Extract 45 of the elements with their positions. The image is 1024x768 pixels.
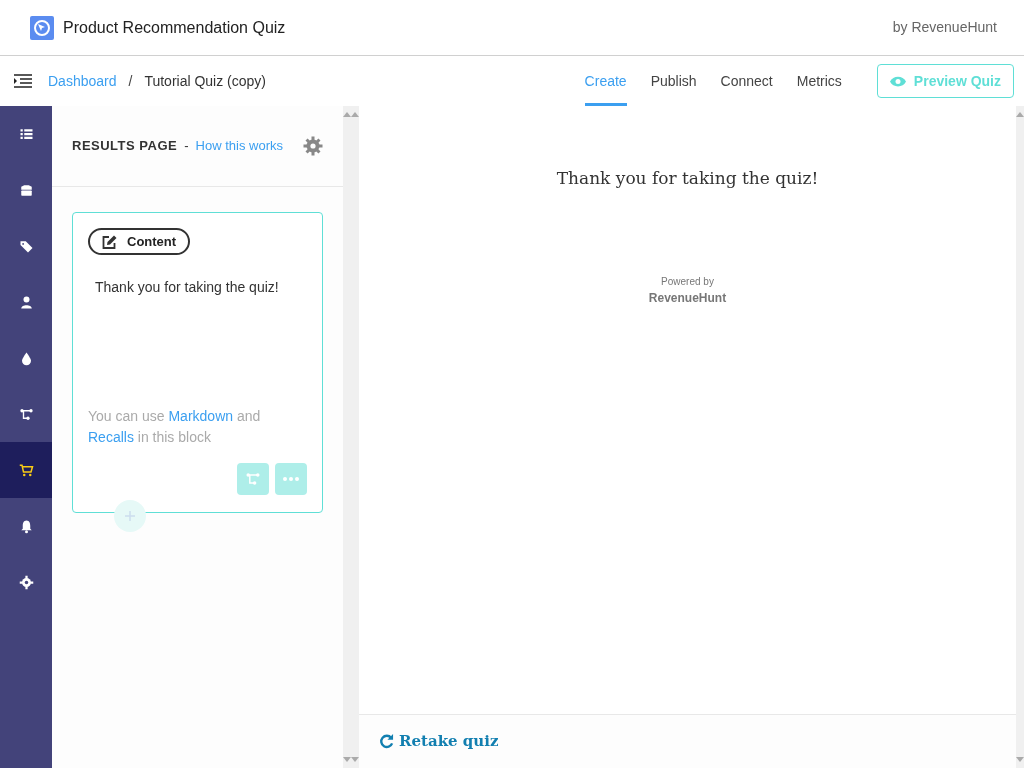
hint-link[interactable]: Markdown (168, 408, 234, 424)
tag-icon (18, 238, 34, 254)
menu-icon[interactable] (14, 74, 32, 88)
settings-icon[interactable] (303, 136, 323, 156)
content-block-card[interactable]: Content Thank you for taking the quiz! You can use Markdown and Recalls in this block (72, 212, 323, 513)
user-icon (18, 294, 34, 310)
panel-title: RESULTS PAGE (72, 137, 178, 156)
block-text: Thank you for taking the quiz! (95, 278, 280, 297)
plus-icon (125, 511, 135, 521)
hint-link[interactable]: Recalls (88, 429, 134, 445)
more-button[interactable] (275, 463, 307, 495)
nav-tab[interactable]: Metrics (796, 56, 842, 106)
cart-icon (18, 462, 34, 478)
nav-tab[interactable]: Connect (720, 56, 773, 106)
edit-icon (102, 234, 117, 249)
list-icon (18, 126, 34, 142)
scroll-down-icon[interactable] (1016, 757, 1024, 762)
content-badge: Content (88, 228, 191, 255)
more-icon (283, 477, 299, 481)
brand-name: RevenueHunt (648, 289, 727, 307)
breadcrumb-current: Tutorial Quiz (copy) (144, 71, 266, 91)
markdown-hint: You can use Markdown and Recalls in this block (88, 407, 262, 447)
flow-icon (18, 406, 34, 422)
refresh-icon (379, 734, 394, 749)
retake-quiz-button[interactable]: Retake quiz (379, 730, 499, 753)
preview-quiz-button[interactable]: Preview Quiz (876, 64, 1014, 98)
branch-button[interactable] (237, 463, 269, 495)
byline: by RevenueHunt (892, 18, 997, 37)
scrollbar[interactable] (351, 106, 359, 768)
scrollbar[interactable] (1016, 106, 1024, 768)
breadcrumb-separator: / (128, 71, 133, 91)
scrollbar[interactable] (343, 106, 351, 768)
nav-tab[interactable]: Publish (650, 56, 697, 106)
preview-message: Thank you for taking the quiz! (556, 167, 819, 190)
help-link[interactable]: How this works (195, 136, 283, 156)
add-block-button[interactable] (114, 500, 146, 532)
scroll-up-icon[interactable] (1016, 112, 1024, 117)
breadcrumb-link[interactable]: Dashboard (48, 70, 117, 92)
app-title: Product Recommendation Quiz (63, 17, 286, 38)
flow-icon (245, 471, 261, 487)
title-separator: - (184, 137, 189, 156)
eye-icon (889, 75, 906, 87)
box-icon (18, 182, 34, 198)
logo-icon (30, 15, 54, 40)
powered-by-label: Powered by (661, 274, 714, 289)
